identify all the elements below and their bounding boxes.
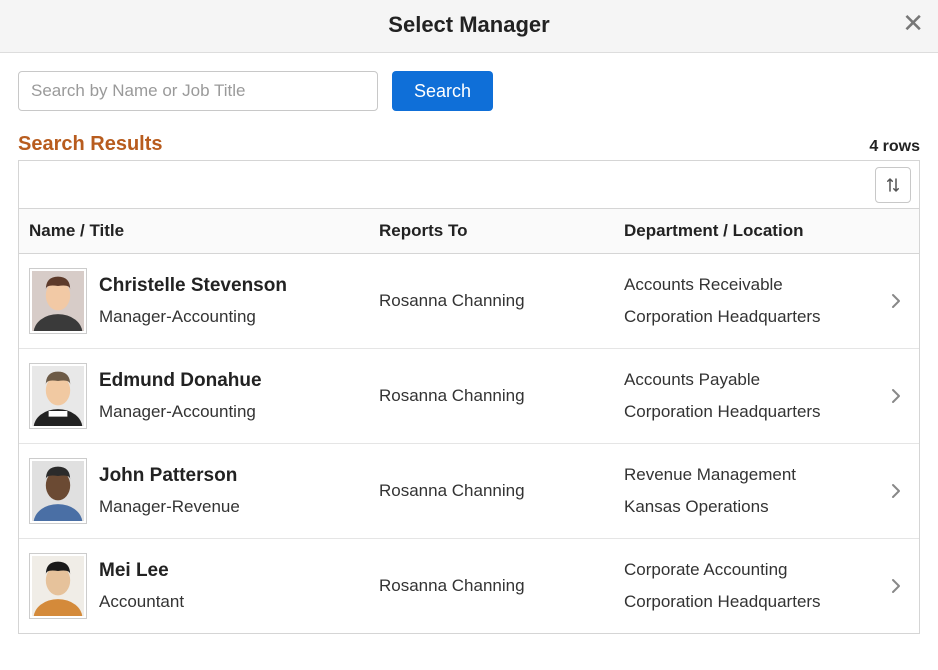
search-input[interactable] bbox=[18, 71, 378, 111]
person-name: Edmund Donahue bbox=[99, 370, 379, 392]
name-title-cell: Christelle Stevenson Manager-Accounting bbox=[99, 275, 379, 327]
column-header-dept: Department / Location bbox=[624, 221, 909, 241]
person-title: Manager-Accounting bbox=[99, 307, 379, 327]
chevron-right-icon bbox=[883, 387, 909, 405]
name-title-cell: Mei Lee Accountant bbox=[99, 560, 379, 612]
department: Accounts Receivable bbox=[624, 275, 883, 295]
reports-to-cell: Rosanna Channing bbox=[379, 291, 624, 311]
department: Revenue Management bbox=[624, 465, 883, 485]
result-row[interactable]: John Patterson Manager-Revenue Rosanna C… bbox=[19, 443, 919, 538]
results-header: Search Results 4 rows bbox=[18, 133, 920, 156]
location: Corporation Headquarters bbox=[624, 307, 883, 327]
row-count: 4 rows bbox=[869, 138, 920, 156]
location: Corporation Headquarters bbox=[624, 592, 883, 612]
location: Corporation Headquarters bbox=[624, 402, 883, 422]
result-list: Christelle Stevenson Manager-Accounting … bbox=[18, 254, 920, 634]
result-row[interactable]: Edmund Donahue Manager-Accounting Rosann… bbox=[19, 348, 919, 443]
avatar bbox=[29, 458, 87, 524]
chevron-right-icon bbox=[883, 577, 909, 595]
person-title: Manager-Accounting bbox=[99, 402, 379, 422]
modal-content: Search Search Results 4 rows Name / Titl… bbox=[0, 53, 938, 634]
department: Corporate Accounting bbox=[624, 560, 883, 580]
dept-loc-cell: Corporate Accounting Corporation Headqua… bbox=[624, 560, 883, 612]
sort-icon bbox=[884, 176, 902, 194]
modal-title: Select Manager bbox=[388, 12, 549, 37]
avatar bbox=[29, 268, 87, 334]
person-title: Manager-Revenue bbox=[99, 497, 379, 517]
chevron-right-icon bbox=[883, 292, 909, 310]
sort-button[interactable] bbox=[875, 167, 911, 203]
dept-loc-cell: Accounts Receivable Corporation Headquar… bbox=[624, 275, 883, 327]
person-title: Accountant bbox=[99, 592, 379, 612]
reports-to-cell: Rosanna Channing bbox=[379, 576, 624, 596]
search-row: Search bbox=[18, 71, 920, 111]
modal-header: Select Manager ✕ bbox=[0, 0, 938, 53]
column-header-name: Name / Title bbox=[29, 221, 379, 241]
department: Accounts Payable bbox=[624, 370, 883, 390]
close-button[interactable]: ✕ bbox=[902, 10, 924, 36]
search-button[interactable]: Search bbox=[392, 71, 493, 111]
person-name: Mei Lee bbox=[99, 560, 379, 582]
name-title-cell: Edmund Donahue Manager-Accounting bbox=[99, 370, 379, 422]
reports-to-cell: Rosanna Channing bbox=[379, 481, 624, 501]
reports-to-cell: Rosanna Channing bbox=[379, 386, 624, 406]
name-title-cell: John Patterson Manager-Revenue bbox=[99, 465, 379, 517]
avatar bbox=[29, 363, 87, 429]
person-name: John Patterson bbox=[99, 465, 379, 487]
result-row[interactable]: Mei Lee Accountant Rosanna Channing Corp… bbox=[19, 538, 919, 633]
results-heading: Search Results bbox=[18, 133, 163, 156]
dept-loc-cell: Revenue Management Kansas Operations bbox=[624, 465, 883, 517]
column-headers: Name / Title Reports To Department / Loc… bbox=[18, 208, 920, 254]
chevron-right-icon bbox=[883, 482, 909, 500]
location: Kansas Operations bbox=[624, 497, 883, 517]
column-header-reports: Reports To bbox=[379, 221, 624, 241]
person-name: Christelle Stevenson bbox=[99, 275, 379, 297]
avatar bbox=[29, 553, 87, 619]
result-row[interactable]: Christelle Stevenson Manager-Accounting … bbox=[19, 254, 919, 348]
dept-loc-cell: Accounts Payable Corporation Headquarter… bbox=[624, 370, 883, 422]
close-icon: ✕ bbox=[902, 8, 924, 38]
results-toolbar bbox=[18, 160, 920, 208]
